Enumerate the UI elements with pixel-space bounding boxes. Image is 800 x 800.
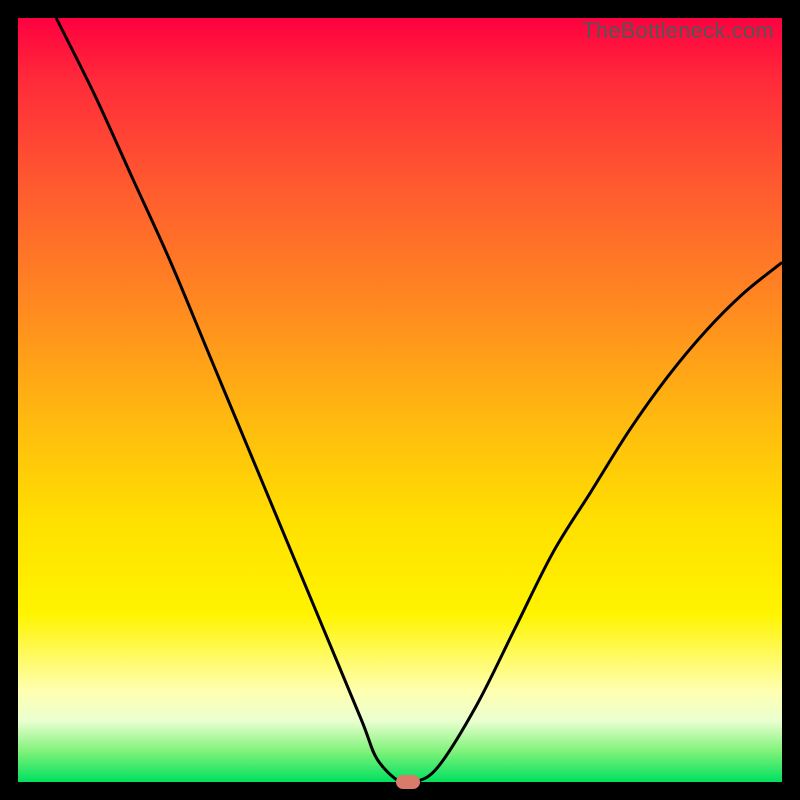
bottleneck-curve <box>18 18 782 782</box>
optimal-point-marker <box>396 775 420 789</box>
chart-frame: TheBottleneck.com <box>0 0 800 800</box>
curve-path <box>56 18 782 784</box>
plot-area: TheBottleneck.com <box>18 18 782 782</box>
